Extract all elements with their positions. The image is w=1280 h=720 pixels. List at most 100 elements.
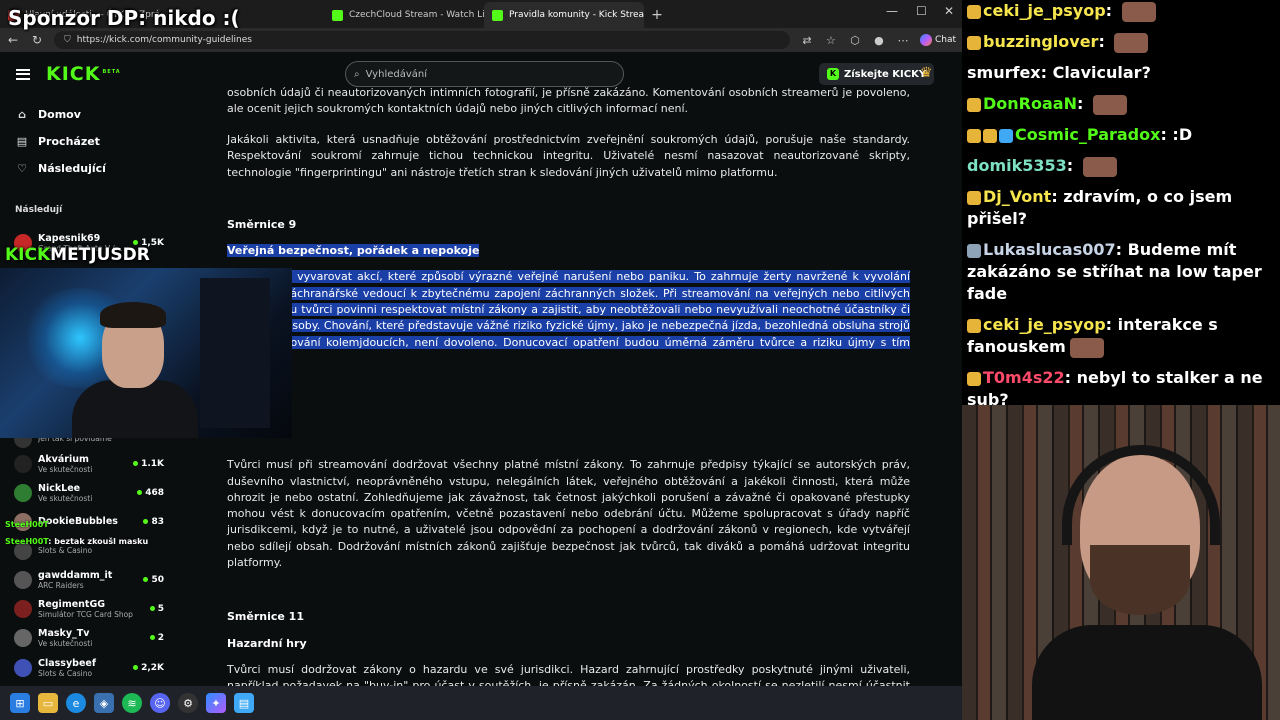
channel-category: Slots & Casino: [38, 668, 93, 678]
chat-badge-icon: [967, 371, 981, 386]
browse-icon: ▤: [16, 135, 28, 148]
chat-username[interactable]: domik5353: [967, 156, 1067, 175]
sidebar-item-browse[interactable]: ▤ Procházet: [0, 128, 176, 155]
favorite-icon[interactable]: ☆: [824, 34, 838, 47]
section-title: Směrnice 9: [227, 217, 297, 231]
following-header: Následují: [15, 205, 63, 215]
avatar: [14, 628, 32, 647]
following-item[interactable]: NickLee Ve skutečnosti 468: [14, 478, 164, 507]
search-input[interactable]: ⌕ Vyhledávání: [345, 61, 624, 87]
stream-chat: ceki_je_psyop: buzzinglover: smurfex: Cl…: [962, 0, 1280, 440]
sidebar-item-following[interactable]: ♡ Následující: [0, 155, 176, 182]
live-dot-icon: [137, 490, 143, 495]
emote-icon: [1114, 32, 1149, 53]
channel-name-overlay: KICKMETJUSDR: [5, 245, 150, 265]
channel-name: RegimentGG: [38, 598, 106, 610]
channel-category: Ve skutečnosti: [38, 638, 93, 648]
chat-badge-icon: [967, 35, 981, 50]
paragraph: Tvůrci musí při streamování dodržovat vš…: [227, 458, 910, 570]
chat-username[interactable]: buzzinglover: [983, 32, 1098, 51]
chat-badge-icon: [967, 97, 981, 112]
channel-name: Masky_Tv: [38, 627, 90, 639]
chat-username[interactable]: T0m4s22: [983, 368, 1065, 387]
edge-icon[interactable]: e: [66, 693, 86, 713]
paragraph: Tvůrci musí vyvarovat akcí, které způsob…: [227, 269, 910, 367]
streamer-webcam-overlay: [0, 268, 292, 438]
following-item[interactable]: Masky_Tv Ve skutečnosti 2: [14, 623, 164, 652]
windows-start-icon[interactable]: ⊞: [10, 693, 30, 713]
chat-badge-icon: [983, 128, 997, 143]
channel-name: NickLee: [38, 482, 81, 494]
notepad-icon[interactable]: ▤: [234, 693, 254, 713]
new-tab-button[interactable]: +: [644, 2, 670, 28]
channel-name: Kapesnik69: [38, 232, 101, 244]
kick-logo[interactable]: KICK BETA: [46, 63, 121, 85]
paragraph: osobních údajů či neautorizovaných intim…: [227, 86, 910, 116]
menu-icon[interactable]: [16, 68, 30, 80]
chat-username[interactable]: Dj_Vont: [983, 187, 1051, 206]
copilot-icon[interactable]: ✦: [206, 693, 226, 713]
windows-taskbar: ⊞ ▭ e ◈ ≋ ☺ ⚙ ✦ ▤: [0, 686, 962, 720]
back-icon[interactable]: ←: [6, 33, 20, 47]
chat-message: domik5353:: [967, 155, 1280, 177]
chat-username[interactable]: Cosmic_Paradox: [1015, 125, 1160, 144]
chat-username[interactable]: ceki_je_psyop: [983, 1, 1106, 20]
avatar: [14, 454, 32, 473]
chat-badge-icon: [967, 318, 981, 333]
paragraph: Jakákoli aktivita, která usnadňuje obtěž…: [227, 133, 910, 179]
overlay-chat-line: SteeH00T: beztak zkoušl masku: [5, 537, 149, 546]
chat-badge-icon: [999, 128, 1013, 143]
chat-username[interactable]: Lukaslucas007: [983, 240, 1116, 259]
chat-username[interactable]: smurfex: [967, 63, 1041, 82]
viewer-count: 5: [149, 604, 164, 614]
copilot-icon: [919, 34, 932, 46]
viewer-count: 2: [149, 633, 164, 643]
url-field[interactable]: ⛉ https://kick.com/community-guidelines: [54, 31, 790, 49]
following-item[interactable]: RegimentGG Simulátor TCG Card Shop 5: [14, 594, 164, 623]
section-title: Směrnice 11: [227, 610, 304, 624]
tab-czechcloud[interactable]: CzechCloud Stream - Watch Live o ✕: [324, 2, 484, 28]
maximize-icon[interactable]: ☐: [916, 4, 927, 18]
spotify-icon[interactable]: ≋: [122, 693, 142, 713]
live-dot-icon: [149, 635, 155, 640]
emote-icon: [1092, 94, 1127, 115]
live-dot-icon: [133, 461, 139, 466]
channel-name: Classybeef: [38, 657, 96, 669]
chat-message: ceki_je_psyop:: [967, 0, 1280, 22]
emote-icon: [1121, 1, 1156, 22]
live-dot-icon: [133, 665, 139, 670]
channel-category: Ve skutečnosti: [38, 464, 93, 474]
tab-kick-guidelines[interactable]: Pravidla komunity - Kick Streaming ✕: [484, 2, 644, 28]
chat-text: Clavicular?: [1052, 63, 1151, 82]
chat-username[interactable]: DonRoaaN: [983, 94, 1077, 113]
emote-icon: [1082, 156, 1117, 177]
file-explorer-icon[interactable]: ▭: [38, 693, 58, 713]
user-avatar[interactable]: ♛: [920, 65, 933, 81]
chat-badge-icon: [967, 190, 981, 205]
profile-icon[interactable]: ●: [872, 34, 886, 47]
browser-window: Hlavní události — ČTK — Zprávy ✕ CzechCl…: [0, 0, 962, 720]
avatar: [14, 599, 32, 618]
following-item[interactable]: Akvárium Ve skutečnosti 1.1K: [14, 449, 164, 478]
extensions-icon[interactable]: ⬡: [848, 34, 862, 47]
more-icon[interactable]: ⋯: [896, 34, 910, 47]
following-item[interactable]: Classybeef Slots & Casino 2,2K: [14, 653, 164, 682]
translate-icon[interactable]: ⇄: [800, 34, 814, 47]
get-kicky-button[interactable]: K Získejte KICKY: [819, 63, 935, 85]
chat-username[interactable]: ceki_je_psyop: [983, 315, 1106, 334]
avatar: [14, 483, 32, 502]
kicky-icon: K: [827, 68, 839, 80]
close-window-icon[interactable]: ✕: [944, 4, 954, 18]
following-item[interactable]: gawddamm_it ARC Raiders 50: [14, 565, 164, 594]
guidelines-content: osobních údajů či neautorizovaných intim…: [227, 85, 910, 711]
app-icon[interactable]: ◈: [94, 693, 114, 713]
discord-icon[interactable]: ☺: [150, 693, 170, 713]
heart-icon: ♡: [17, 162, 27, 175]
section-subtitle: Hazardní hry: [227, 636, 307, 650]
steam-icon[interactable]: ⚙: [178, 693, 198, 713]
minimize-icon[interactable]: —: [886, 4, 898, 18]
sponsor-overlay-text: Sponzor DP: nikdo :(: [8, 6, 240, 30]
sidebar-item-home[interactable]: ⌂ Domov: [0, 101, 176, 128]
refresh-icon[interactable]: ↻: [30, 33, 44, 47]
copilot-chat-button[interactable]: Chat: [919, 34, 956, 46]
